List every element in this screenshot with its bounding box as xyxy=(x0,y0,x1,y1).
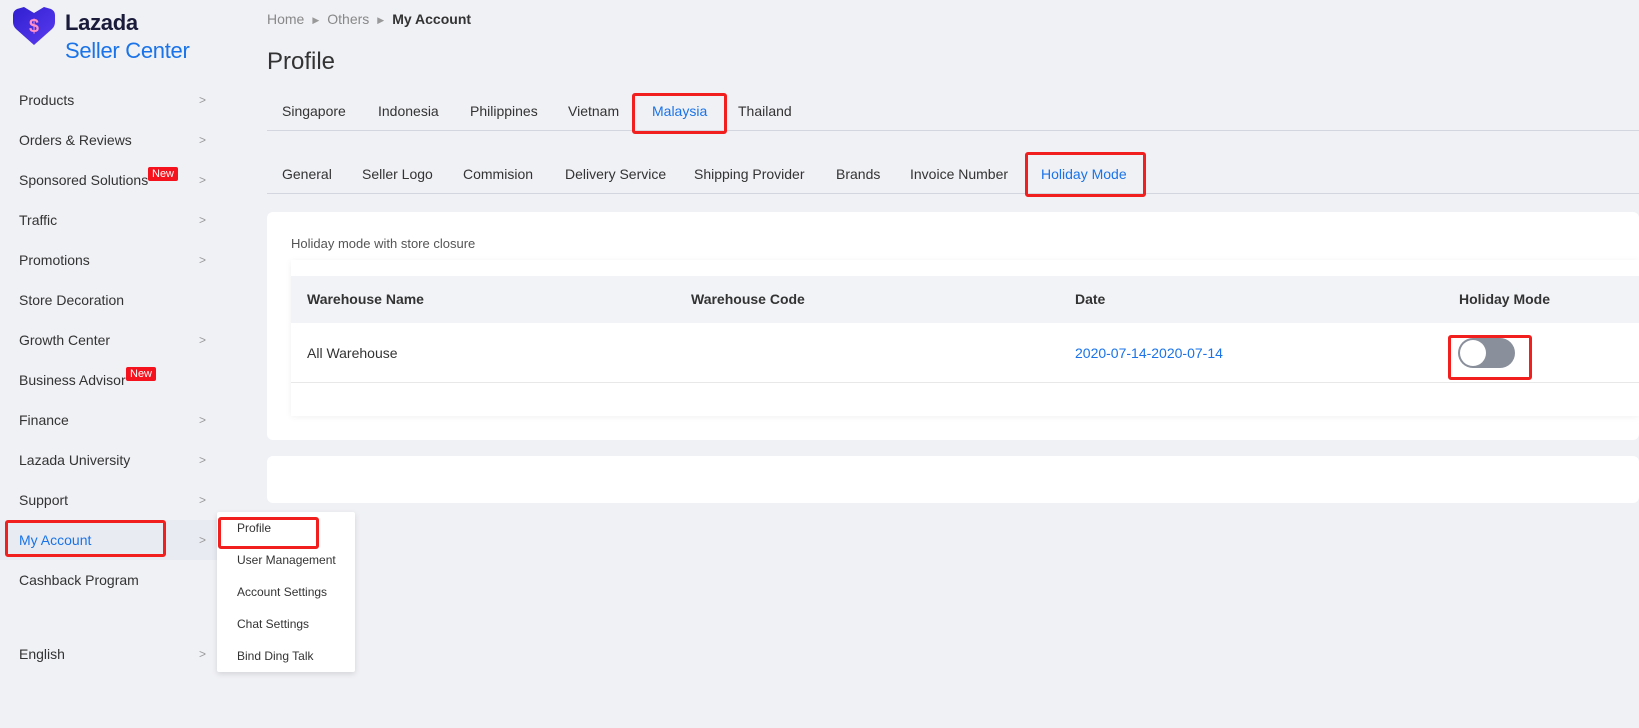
holiday-mode-card: Holiday mode with store closure Warehous… xyxy=(267,212,1639,440)
sidebar-item-label: Orders & Reviews xyxy=(19,132,132,148)
tab-holiday-mode[interactable]: Holiday Mode xyxy=(1041,154,1127,194)
sidebar-item-support[interactable]: Support > xyxy=(0,480,220,520)
sidebar-item-finance[interactable]: Finance > xyxy=(0,400,220,440)
warehouse-name-cell: All Warehouse xyxy=(307,345,398,361)
sidebar-item-label: Store Decoration xyxy=(19,292,125,308)
sidebar-item-my-account[interactable]: My Account > xyxy=(0,520,220,560)
table-row: All Warehouse 2020-07-14-2020-07-14 xyxy=(291,323,1639,383)
submenu-item-user-management[interactable]: User Management xyxy=(217,548,355,580)
holiday-mode-toggle[interactable] xyxy=(1458,338,1515,368)
sidebar-item-business-advisor[interactable]: Business Advisor New xyxy=(0,360,220,400)
sidebar-item-label: Finance xyxy=(19,412,69,428)
chevron-right-icon: > xyxy=(199,413,207,427)
sidebar-nav: Products > Orders & Reviews > Sponsored … xyxy=(0,80,220,600)
chevron-right-icon: > xyxy=(199,647,207,661)
tab-seller-logo[interactable]: Seller Logo xyxy=(362,154,433,194)
breadcrumb-others[interactable]: Others xyxy=(327,11,369,27)
tab-brands[interactable]: Brands xyxy=(836,154,880,194)
brand-logo[interactable]: $ Lazada Seller Center xyxy=(13,7,213,67)
lazada-heart-icon: $ xyxy=(13,7,55,45)
sidebar-item-promotions[interactable]: Promotions > xyxy=(0,240,220,280)
column-date: Date xyxy=(1075,291,1106,307)
holiday-mode-description: Holiday mode with store closure xyxy=(291,236,476,251)
submenu-item-bind-ding-talk[interactable]: Bind Ding Talk xyxy=(217,644,355,676)
column-warehouse-code: Warehouse Code xyxy=(691,291,805,307)
new-badge: New xyxy=(148,167,179,181)
page-title: Profile xyxy=(267,48,336,75)
chevron-right-icon: > xyxy=(199,133,207,147)
chevron-right-icon: > xyxy=(199,453,207,467)
brand-name: Lazada xyxy=(65,10,138,35)
sidebar-item-label: Business Advisor xyxy=(19,372,126,388)
breadcrumb: Home ▶ Others ▶ My Account xyxy=(267,11,471,27)
tab-thailand[interactable]: Thailand xyxy=(738,91,792,131)
chevron-right-icon: > xyxy=(199,93,207,107)
chevron-right-icon: > xyxy=(199,253,207,267)
language-selector[interactable]: English > xyxy=(0,634,220,674)
column-warehouse-name: Warehouse Name xyxy=(307,291,424,307)
caret-right-icon: ▶ xyxy=(377,15,385,25)
sidebar-item-label: Growth Center xyxy=(19,332,111,348)
table-header: Warehouse Name Warehouse Code Date Holid… xyxy=(291,276,1639,323)
sidebar-item-label: My Account xyxy=(19,532,92,548)
sidebar-item-label: Lazada University xyxy=(19,452,131,468)
sidebar: $ Lazada Seller Center Products > Orders… xyxy=(0,0,220,728)
breadcrumb-home[interactable]: Home xyxy=(267,11,304,27)
date-range-link[interactable]: 2020-07-14-2020-07-14 xyxy=(1075,323,1223,383)
tab-malaysia[interactable]: Malaysia xyxy=(652,91,707,131)
sidebar-item-label: Support xyxy=(19,492,69,508)
tab-shipping-provider[interactable]: Shipping Provider xyxy=(694,154,805,194)
tab-general[interactable]: General xyxy=(282,154,332,194)
sidebar-item-label: Products xyxy=(19,92,75,108)
sidebar-item-label: Cashback Program xyxy=(19,572,139,588)
my-account-submenu: Profile User Management Account Settings… xyxy=(217,512,355,672)
tab-indonesia[interactable]: Indonesia xyxy=(378,91,439,131)
chevron-right-icon: > xyxy=(199,493,207,507)
sidebar-item-growth-center[interactable]: Growth Center > xyxy=(0,320,220,360)
country-tabs: Singapore Indonesia Philippines Vietnam … xyxy=(267,91,1639,131)
column-holiday-mode: Holiday Mode xyxy=(1459,291,1551,307)
brand-subtitle: Seller Center xyxy=(65,38,190,63)
sidebar-item-cashback-program[interactable]: Cashback Program xyxy=(0,560,220,600)
chevron-right-icon: > xyxy=(199,173,207,187)
sidebar-item-store-decoration[interactable]: Store Decoration xyxy=(0,280,220,320)
tab-invoice-number[interactable]: Invoice Number xyxy=(910,154,1008,194)
submenu-item-profile[interactable]: Profile xyxy=(217,516,355,548)
chevron-right-icon: > xyxy=(199,213,207,227)
sidebar-item-traffic[interactable]: Traffic > xyxy=(0,200,220,240)
warehouse-table: Warehouse Name Warehouse Code Date Holid… xyxy=(291,260,1639,416)
section-tabs: General Seller Logo Commision Delivery S… xyxy=(267,154,1639,194)
sidebar-item-lazada-university[interactable]: Lazada University > xyxy=(0,440,220,480)
toggle-knob xyxy=(1460,340,1486,366)
chevron-right-icon: > xyxy=(199,333,207,347)
sidebar-item-products[interactable]: Products > xyxy=(0,80,220,120)
tab-commision[interactable]: Commision xyxy=(463,154,533,194)
breadcrumb-current: My Account xyxy=(392,11,472,27)
tab-singapore[interactable]: Singapore xyxy=(282,91,346,131)
tab-philippines[interactable]: Philippines xyxy=(470,91,538,131)
tab-vietnam[interactable]: Vietnam xyxy=(568,91,619,131)
submenu-item-account-settings[interactable]: Account Settings xyxy=(217,580,355,612)
sidebar-item-label: Traffic xyxy=(19,212,58,228)
new-badge: New xyxy=(126,367,157,381)
sidebar-item-label: Sponsored Solutions xyxy=(19,172,149,188)
caret-right-icon: ▶ xyxy=(312,15,320,25)
sidebar-item-orders-reviews[interactable]: Orders & Reviews > xyxy=(0,120,220,160)
language-label: English xyxy=(19,646,65,662)
tab-delivery-service[interactable]: Delivery Service xyxy=(565,154,666,194)
submenu-item-chat-settings[interactable]: Chat Settings xyxy=(217,612,355,644)
empty-card xyxy=(267,456,1639,503)
chevron-right-icon: > xyxy=(199,533,207,547)
sidebar-item-label: Promotions xyxy=(19,252,90,268)
sidebar-item-sponsored-solutions[interactable]: Sponsored Solutions New > xyxy=(0,160,220,200)
svg-text:$: $ xyxy=(29,16,39,36)
